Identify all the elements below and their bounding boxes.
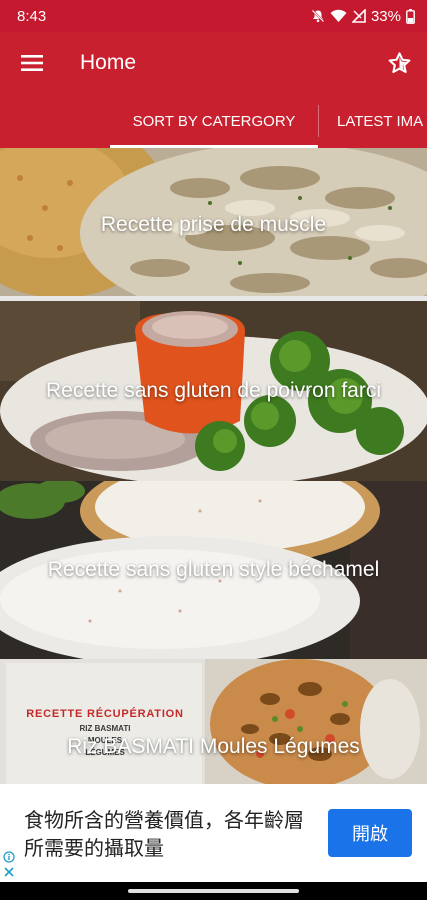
tab-latest-images[interactable]: LATEST IMA [319,94,423,148]
recipe-image: RECETTE RÉCUPÉRATION RIZ BASMATI MOULES … [0,659,427,784]
ad-info-icon[interactable] [3,851,15,863]
star-icon [388,52,410,74]
home-gesture-handle[interactable] [128,889,299,893]
recipe-title: Recette sans gluten style béchamel [47,558,380,581]
image-text-line: RIZ BASMATI [80,724,131,733]
mute-icon [311,9,325,23]
navigation-bar [0,882,427,900]
tabs-spacer [0,94,110,148]
signal-icon [351,9,366,23]
menu-button[interactable] [0,32,64,94]
tab-sort-by-category[interactable]: SORT BY CATERGORY [110,94,318,148]
status-icons: 33% [311,8,415,25]
recipe-card[interactable]: Recette sans gluten style béchamel [0,481,427,659]
ad-banner[interactable]: 食物所含的營養價值，各年齡層所需要的攝取量 開啟 [0,784,427,882]
status-time: 8:43 [17,7,47,25]
app-bar: Home [0,32,427,94]
recipe-card[interactable]: RECETTE RÉCUPÉRATION RIZ BASMATI MOULES … [0,659,427,784]
favorites-button[interactable] [371,32,427,94]
recipe-card[interactable]: Recette sans gluten de poivron farci [0,301,427,481]
battery-percent: 33% [370,7,401,25]
battery-icon [406,8,415,24]
wifi-icon [330,9,347,22]
ad-open-button[interactable]: 開啟 [328,809,412,857]
ad-text: 食物所含的營養價值，各年齡層所需要的攝取量 [24,808,304,860]
image-text-title: RECETTE RÉCUPÉRATION [26,707,184,720]
category-tabs: SORT BY CATERGORY LATEST IMA [0,94,427,148]
recipe-title: Riz BASMATI Moules Légumes [67,734,360,758]
ad-close-icon[interactable] [3,866,15,878]
hamburger-menu-icon [21,55,43,71]
status-bar: 8:43 33% [0,0,427,32]
recipe-title: Recette sans gluten de poivron farci [45,379,382,402]
recipe-card[interactable]: Recette prise de muscle [0,148,427,301]
recipe-title: Recette prise de muscle [100,212,327,236]
recipe-list: Recette prise de muscle Recette sans glu… [0,148,427,784]
page-title: Home [80,51,137,74]
